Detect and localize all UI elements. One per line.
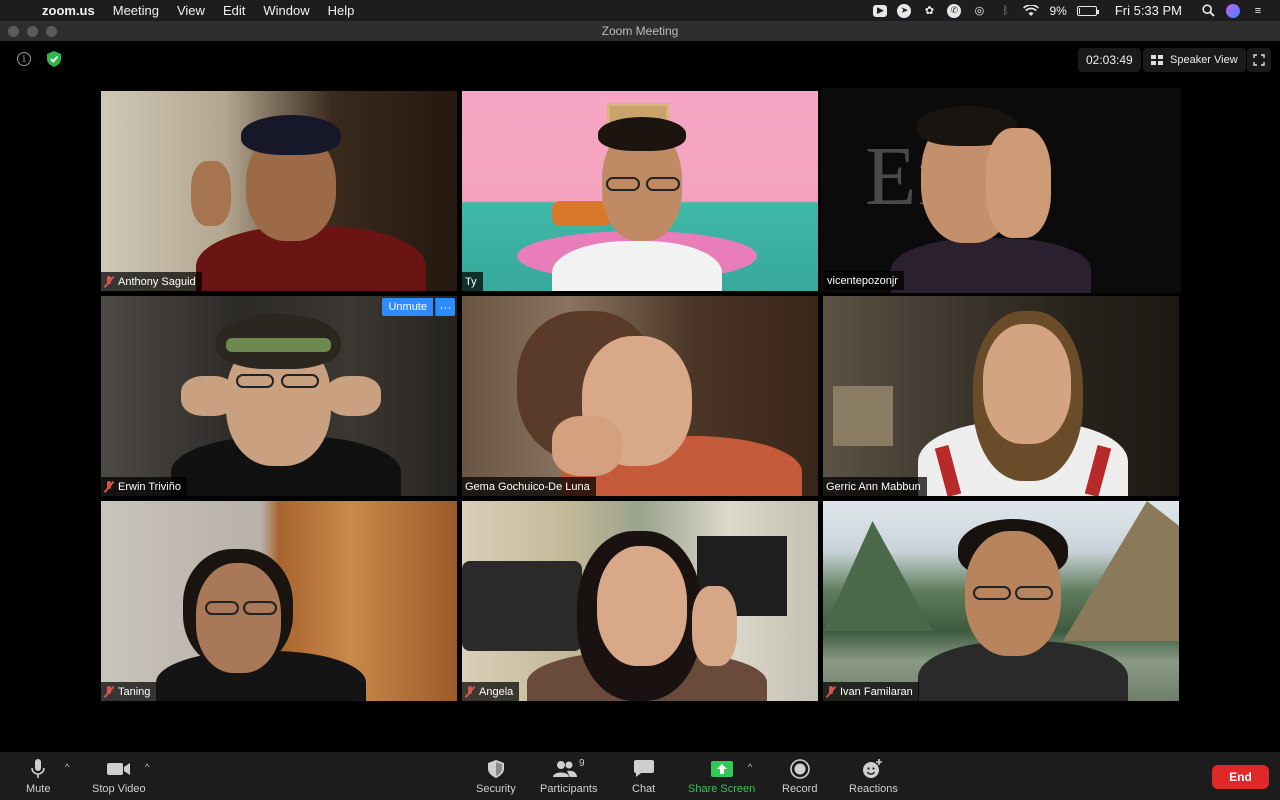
- reactions-smiley-icon: [862, 758, 884, 780]
- video-tile-ty[interactable]: Ty: [462, 91, 818, 291]
- battery-icon[interactable]: [1076, 5, 1099, 16]
- record-icon: [789, 758, 810, 780]
- participant-nameplate: Ivan Familaran: [823, 682, 919, 701]
- creative-cloud-icon[interactable]: ◎: [971, 4, 987, 18]
- menu-meeting[interactable]: Meeting: [104, 3, 168, 18]
- participant-nameplate: Ty: [462, 272, 483, 291]
- fullscreen-icon: [1253, 54, 1265, 66]
- muted-mic-icon: [104, 275, 114, 288]
- share-screen-icon: [710, 758, 733, 780]
- speaker-view-button[interactable]: Speaker View: [1143, 48, 1246, 72]
- microphone-icon: [31, 758, 46, 780]
- video-tile-erwin-trivino[interactable]: Unmute ··· Erwin Triviño: [101, 296, 457, 496]
- menu-window[interactable]: Window: [254, 3, 318, 18]
- video-tile-vicentepozonjr[interactable]: Enna vicentepozonjr: [821, 88, 1181, 293]
- end-meeting-button[interactable]: End: [1212, 765, 1269, 789]
- video-tile-ivan-familaran[interactable]: Ivan Familaran: [823, 501, 1179, 701]
- participant-name: Taning: [118, 685, 151, 698]
- more-options-button[interactable]: ···: [435, 298, 455, 316]
- siri-icon[interactable]: [1226, 3, 1240, 18]
- audio-options-caret[interactable]: ^: [65, 762, 69, 772]
- participant-nameplate: Anthony Saguid: [101, 272, 202, 291]
- mute-label: Mute: [26, 783, 51, 795]
- window-title: Zoom Meeting: [601, 24, 679, 38]
- video-tile-gema-gochuico-de-luna[interactable]: Gema Gochuico-De Luna: [462, 296, 818, 496]
- encryption-shield-icon[interactable]: [47, 51, 61, 67]
- window-title-bar: Zoom Meeting: [0, 21, 1280, 41]
- meeting-timer: 02:03:49: [1078, 48, 1141, 72]
- participant-name: Ty: [465, 275, 477, 288]
- spotlight-search-icon[interactable]: [1200, 4, 1216, 18]
- meeting-toolbar: Mute ^ Stop Video ^ Security 9 Participa…: [0, 752, 1280, 800]
- speaker-view-icon: [1151, 55, 1163, 65]
- mute-button[interactable]: Mute: [26, 758, 50, 795]
- participant-nameplate: Gerric Ann Mabbun: [823, 477, 927, 496]
- participant-nameplate: Erwin Triviño: [101, 477, 187, 496]
- participants-count: 9: [578, 758, 585, 769]
- chat-label: Chat: [632, 783, 656, 795]
- participant-name: Angela: [479, 685, 514, 698]
- video-camera-icon: [106, 758, 131, 780]
- share-screen-button[interactable]: Share Screen: [688, 758, 755, 795]
- security-label: Security: [476, 783, 516, 795]
- muted-mic-icon: [104, 480, 114, 493]
- participant-name: Anthony Saguid: [118, 275, 196, 288]
- muted-mic-icon: [465, 685, 475, 698]
- reactions-button[interactable]: Reactions: [849, 758, 898, 795]
- participant-name: Gema Gochuico-De Luna: [465, 480, 590, 493]
- video-tile-angela[interactable]: Angela: [462, 501, 818, 701]
- participant-name: Ivan Familaran: [840, 685, 913, 698]
- battery-percent: 9%: [1049, 3, 1067, 18]
- chat-bubble-icon: [633, 758, 654, 780]
- menu-edit[interactable]: Edit: [214, 3, 254, 18]
- minimize-window-button[interactable]: [27, 26, 38, 37]
- record-label: Record: [782, 783, 818, 795]
- participant-nameplate: Gema Gochuico-De Luna: [462, 477, 596, 496]
- notification-center-icon[interactable]: ≡: [1250, 4, 1266, 18]
- chat-button[interactable]: Chat: [632, 758, 655, 795]
- participant-name: vicentepozonjr: [827, 274, 898, 287]
- muted-mic-icon: [826, 685, 836, 698]
- share-options-caret[interactable]: ^: [748, 762, 752, 772]
- muted-mic-icon: [104, 685, 114, 698]
- participant-name: Erwin Triviño: [118, 480, 181, 493]
- wifi-icon[interactable]: [1023, 4, 1040, 18]
- stop-video-button[interactable]: Stop Video: [92, 758, 146, 795]
- unmute-button[interactable]: Unmute: [382, 298, 433, 316]
- share-screen-label: Share Screen: [688, 783, 756, 795]
- menu-clock[interactable]: Fri 5:33 PM: [1115, 3, 1182, 18]
- video-tile-anthony-saguid[interactable]: Anthony Saguid: [101, 91, 457, 291]
- stop-video-label: Stop Video: [92, 783, 146, 795]
- video-tile-gerric-ann-mabbun[interactable]: Gerric Ann Mabbun: [823, 296, 1179, 496]
- video-tile-taning[interactable]: Taning: [101, 501, 457, 701]
- telegram-icon[interactable]: ➤: [897, 3, 912, 18]
- zoom-window-button[interactable]: [46, 26, 57, 37]
- menu-view[interactable]: View: [168, 3, 214, 18]
- meeting-top-bar: i 02:03:49 Speaker View: [0, 41, 1280, 77]
- close-window-button[interactable]: [8, 26, 19, 37]
- video-options-caret[interactable]: ^: [145, 762, 149, 772]
- meeting-info-icon[interactable]: i: [17, 52, 31, 66]
- macos-menu-bar: zoom.us Meeting View Edit Window Help ▶ …: [0, 0, 1280, 21]
- participants-label: Participants: [540, 783, 598, 795]
- security-button[interactable]: Security: [476, 758, 516, 795]
- bluetooth-icon[interactable]: ᛒ: [997, 4, 1013, 18]
- participant-nameplate: Angela: [462, 682, 520, 701]
- reactions-label: Reactions: [849, 783, 898, 795]
- participants-button[interactable]: 9 Participants: [540, 758, 597, 795]
- viber-icon[interactable]: ✆: [947, 3, 962, 18]
- participant-nameplate: Taning: [101, 682, 157, 701]
- security-shield-icon: [487, 758, 504, 780]
- menu-app-name[interactable]: zoom.us: [40, 3, 104, 18]
- speaker-view-label: Speaker View: [1170, 54, 1238, 66]
- menu-help[interactable]: Help: [319, 3, 364, 18]
- zoom-status-icon[interactable]: ▶: [873, 4, 888, 17]
- participant-nameplate: vicentepozonjr: [824, 271, 904, 290]
- participant-name: Gerric Ann Mabbun: [826, 480, 921, 493]
- record-button[interactable]: Record: [782, 758, 817, 795]
- participants-icon: 9: [552, 758, 585, 780]
- skype-icon[interactable]: ✿: [921, 4, 937, 18]
- fullscreen-button[interactable]: [1247, 48, 1271, 72]
